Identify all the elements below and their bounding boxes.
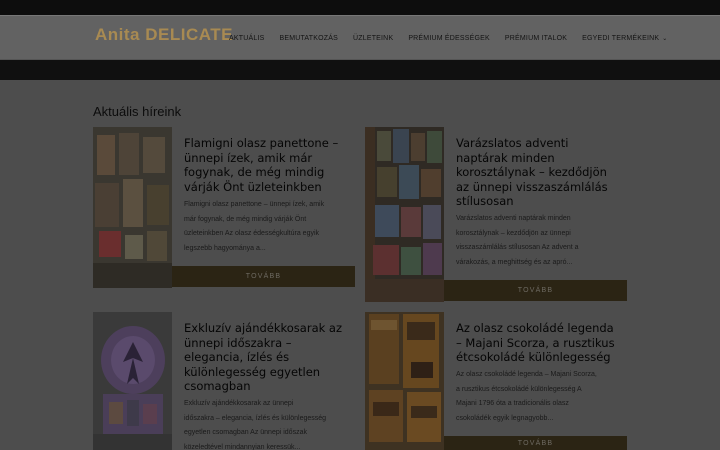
post-excerpt-line: csokoládék egyik legnagyobb...	[456, 414, 554, 422]
post-title-line: fogynak, de még mindig	[184, 165, 325, 179]
post-card: Varázslatos adventi naptárak minden koro…	[365, 127, 627, 302]
post-excerpt-line: Majani 1796 óta a tradicionális olasz	[456, 400, 569, 407]
post-title[interactable]: Flamigni olasz panettone – ünnepi ízek, …	[184, 136, 354, 194]
panettone-image	[93, 127, 172, 288]
post-excerpt: Varázslatos adventi naptárak minden koro…	[456, 212, 626, 270]
post-card: Az olasz csokoládé legenda – Majani Scor…	[365, 312, 627, 450]
post-excerpt-line: a rusztikus étcsokoládé különlegesség A	[456, 385, 582, 393]
post-title-line: csomagban	[184, 379, 251, 393]
post-thumbnail-gift-baskets[interactable]	[93, 312, 172, 450]
post-title-line: elegancia, ízlés és	[184, 350, 290, 364]
nav-item-bemutatkozas[interactable]: BEMUTATKOZÁS	[279, 35, 338, 42]
post-excerpt-line: időszakra – elegancia, ízlés és különleg…	[184, 414, 327, 422]
main-nav: AKTUÁLIS BEMUTATKOZÁS ÜZLETEINK PRÉMIUM …	[229, 35, 683, 42]
nav-item-aktualis[interactable]: AKTUÁLIS	[229, 35, 264, 42]
read-more-button[interactable]: TOVÁBB	[172, 266, 355, 287]
post-excerpt-line: visszaszámlálás stílusosan Az advent a	[456, 244, 579, 251]
site-header: Anita DELICATE AKTUÁLIS BEMUTATKOZÁS ÜZL…	[0, 15, 720, 60]
nav-item-premium-italok[interactable]: PRÉMIUM ITALOK	[505, 35, 567, 42]
post-title-line: ünnepi ízek, amik már	[184, 150, 313, 165]
post-excerpt-line: legszebb hagyománya a...	[184, 244, 266, 252]
post-excerpt-line: már fogynak, de még mindig várják Önt	[184, 215, 307, 223]
post-title-line: Varázslatos adventi	[456, 136, 569, 150]
post-title-line: – Majani Scorza, a rusztikus	[456, 335, 615, 350]
post-title[interactable]: Exkluzív ajándékkosarak az ünnepi idősza…	[184, 321, 354, 394]
post-excerpt: Az olasz csokoládé legenda – Majani Scor…	[456, 368, 626, 426]
advent-calendars-image	[365, 127, 444, 302]
nav-item-premium-edessegek[interactable]: PRÉMIUM ÉDESSÉGEK	[408, 35, 490, 42]
site-logo[interactable]: Anita DELICATE	[95, 25, 233, 45]
post-excerpt-line: üzleteinkben Az olasz édességkultúra egy…	[184, 230, 320, 237]
read-more-button[interactable]: TOVÁBB	[444, 436, 627, 450]
post-title[interactable]: Az olasz csokoládé legenda – Majani Scor…	[456, 321, 626, 365]
post-card: Flamigni olasz panettone – ünnepi ízek, …	[93, 127, 355, 288]
post-title-line: Az olasz csokoládé legenda	[456, 321, 614, 335]
post-thumbnail-majani-scorza[interactable]	[365, 312, 444, 450]
majani-chocolate-image	[365, 312, 444, 450]
post-title-line: az ünnepi visszaszámlálás	[456, 179, 608, 194]
gift-basket-image	[93, 312, 172, 450]
post-excerpt-line: Az olasz csokoládé legenda – Majani Scor…	[456, 371, 597, 378]
post-title-line: Flamigni olasz panettone –	[184, 136, 339, 150]
post-excerpt-line: Varázslatos adventi naptárak minden	[456, 215, 571, 222]
chevron-down-icon: ⌄	[662, 36, 668, 42]
post-excerpt-line: korosztálynak – kezdődjön az ünnepi	[456, 229, 571, 237]
post-excerpt-line: várakozás, a meghittség és az apró...	[456, 258, 573, 266]
nav-item-egyedi-termekeink-label: EGYEDI TERMÉKEINK	[582, 35, 660, 42]
post-excerpt: Exkluzív ajándékkosarak az ünnepi idősza…	[184, 397, 354, 450]
post-title-line: Exkluzív ajándékkosarak az	[184, 321, 343, 335]
top-bar	[0, 0, 720, 15]
post-title-line: várják Önt üzleteinkben	[184, 179, 322, 194]
post-excerpt-line: egyetlen csomagban Az ünnepi időszak	[184, 429, 307, 436]
post-excerpt-line: közeledtével mindannyian keressük...	[184, 443, 301, 450]
section-title: Aktuális híreink	[93, 104, 182, 119]
read-more-button[interactable]: TOVÁBB	[444, 280, 627, 301]
nav-item-egyedi-termekeink[interactable]: EGYEDI TERMÉKEINK ⌄	[582, 35, 667, 42]
hero-band	[0, 60, 720, 80]
post-title-line: ünnepi időszakra –	[184, 335, 292, 350]
post-title[interactable]: Varázslatos adventi naptárak minden koro…	[456, 136, 626, 209]
nav-item-uzleteink[interactable]: ÜZLETEINK	[353, 35, 393, 42]
post-excerpt-line: Flamigni olasz panettone – ünnepi ízek, …	[184, 201, 325, 208]
post-title-line: stílusosan	[456, 194, 514, 208]
post-title-line: különlegesség egyetlen	[184, 364, 321, 379]
post-thumbnail-advent-calendars[interactable]	[365, 127, 444, 302]
post-card: Exkluzív ajándékkosarak az ünnepi idősza…	[93, 312, 355, 450]
post-title-line: korosztálynak – kezdődjön	[456, 165, 607, 179]
post-title-line: étcsokoládé különlegesség	[456, 350, 611, 364]
post-thumbnail-panettone[interactable]	[93, 127, 172, 288]
post-excerpt: Flamigni olasz panettone – ünnepi ízek, …	[184, 198, 354, 256]
news-section: Aktuális híreink Flamigni olasz panetton…	[0, 80, 720, 450]
post-title-line: naptárak minden	[456, 150, 555, 165]
post-excerpt-line: Exkluzív ajándékkosarak az ünnepi	[184, 400, 294, 407]
